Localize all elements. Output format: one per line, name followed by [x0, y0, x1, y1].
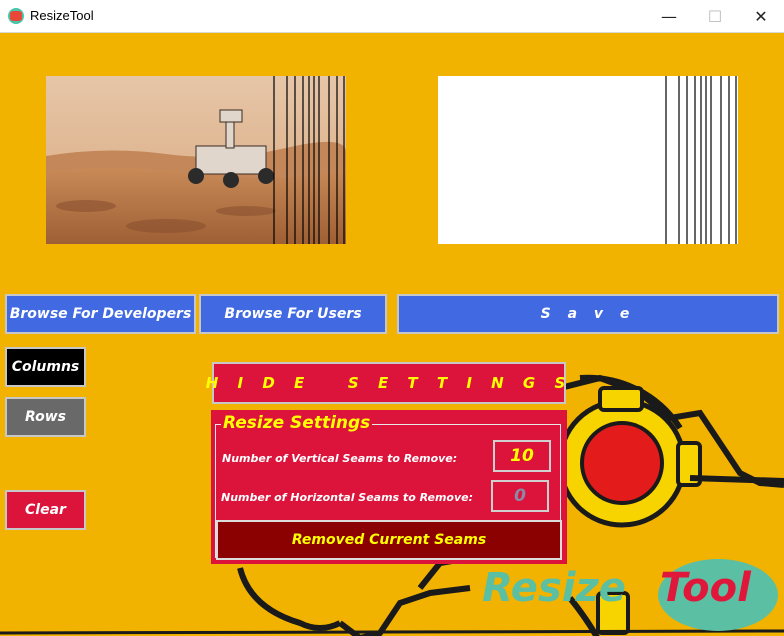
vertical-seams-label: Number of Vertical Seams to Remove:: [222, 452, 458, 465]
title-bar: ResizeTool — ☐ ✕: [0, 0, 784, 33]
logo-text-resize: Resize: [482, 565, 626, 611]
clear-button[interactable]: Clear: [5, 490, 86, 530]
vertical-seams-input[interactable]: 10: [493, 440, 551, 472]
remove-seams-button[interactable]: Removed Current Seams: [216, 520, 562, 560]
minimize-button[interactable]: —: [646, 0, 692, 32]
horizontal-seams-input[interactable]: 0: [491, 480, 549, 512]
settings-title: Resize Settings: [221, 413, 373, 433]
columns-button[interactable]: Columns: [5, 347, 86, 387]
horizontal-seams-label: Number of Horizontal Seams to Remove:: [221, 491, 474, 504]
hide-settings-button[interactable]: H I D E S E T T I N G S: [206, 362, 566, 404]
window-title: ResizeTool: [30, 8, 94, 23]
browse-users-button[interactable]: Browse For Users: [199, 294, 387, 334]
resize-settings-panel: Resize Settings Number of Vertical Seams…: [211, 410, 567, 564]
mars-rover-photo: [46, 76, 346, 244]
result-image: [438, 76, 738, 244]
browse-developers-button[interactable]: Browse For Developers: [5, 294, 196, 334]
save-button[interactable]: S a v e: [397, 294, 779, 334]
logo-text-tool: Tool: [660, 565, 751, 611]
app-icon: [8, 8, 24, 24]
resizetool-logo: Resize Tool: [482, 555, 782, 635]
close-button[interactable]: ✕: [738, 0, 784, 32]
rows-button[interactable]: Rows: [5, 397, 86, 437]
blank-white-canvas: [438, 76, 738, 244]
source-image: [46, 76, 346, 244]
maximize-button[interactable]: ☐: [692, 0, 738, 32]
